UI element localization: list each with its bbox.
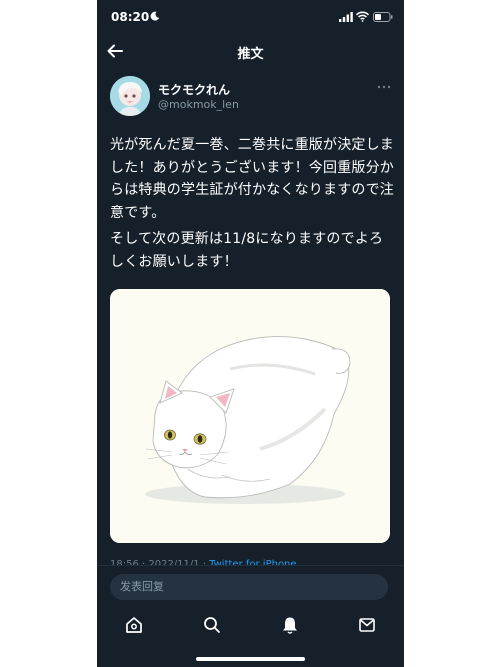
top-nav-bar: 推文: [97, 36, 404, 66]
bottom-tab-bar: [97, 608, 404, 644]
signal-icon: [339, 12, 353, 22]
reply-bar: 发表回复: [97, 565, 404, 608]
tweet-image[interactable]: [110, 289, 390, 543]
author-handle[interactable]: @mokmok_len: [158, 98, 239, 111]
search-icon[interactable]: [202, 615, 222, 635]
mail-icon[interactable]: [357, 615, 377, 635]
wifi-icon: [356, 11, 369, 22]
bell-icon[interactable]: [280, 615, 300, 635]
status-bar: 08:20: [97, 0, 404, 34]
phone-screen: 08:20 推文 モクモクれん @mokmok_len 光が死んだ夏一巻、二巻共…: [97, 0, 404, 667]
battery-icon: [373, 12, 393, 22]
author-display-name[interactable]: モクモクれん: [158, 81, 230, 98]
tweet-paragraph: そして次の更新は11/8になりますのでよろしくお願いします！: [110, 231, 384, 270]
reply-input[interactable]: 发表回复: [110, 574, 388, 600]
tweet-text: 光が死んだ夏一巻、二巻共に重版が決定しました！ありがとうございます！今回重版分か…: [110, 134, 396, 274]
page-title: 推文: [237, 47, 264, 62]
tweet-paragraph: 光が死んだ夏一巻、二巻共に重版が決定しました！ありがとうございます！今回重版分か…: [110, 137, 394, 221]
avatar[interactable]: [110, 76, 150, 116]
status-time: 08:20: [111, 10, 150, 24]
more-options-icon[interactable]: [377, 84, 391, 90]
moon-icon: [150, 11, 160, 21]
home-icon[interactable]: [124, 615, 144, 635]
home-indicator: [196, 657, 305, 661]
